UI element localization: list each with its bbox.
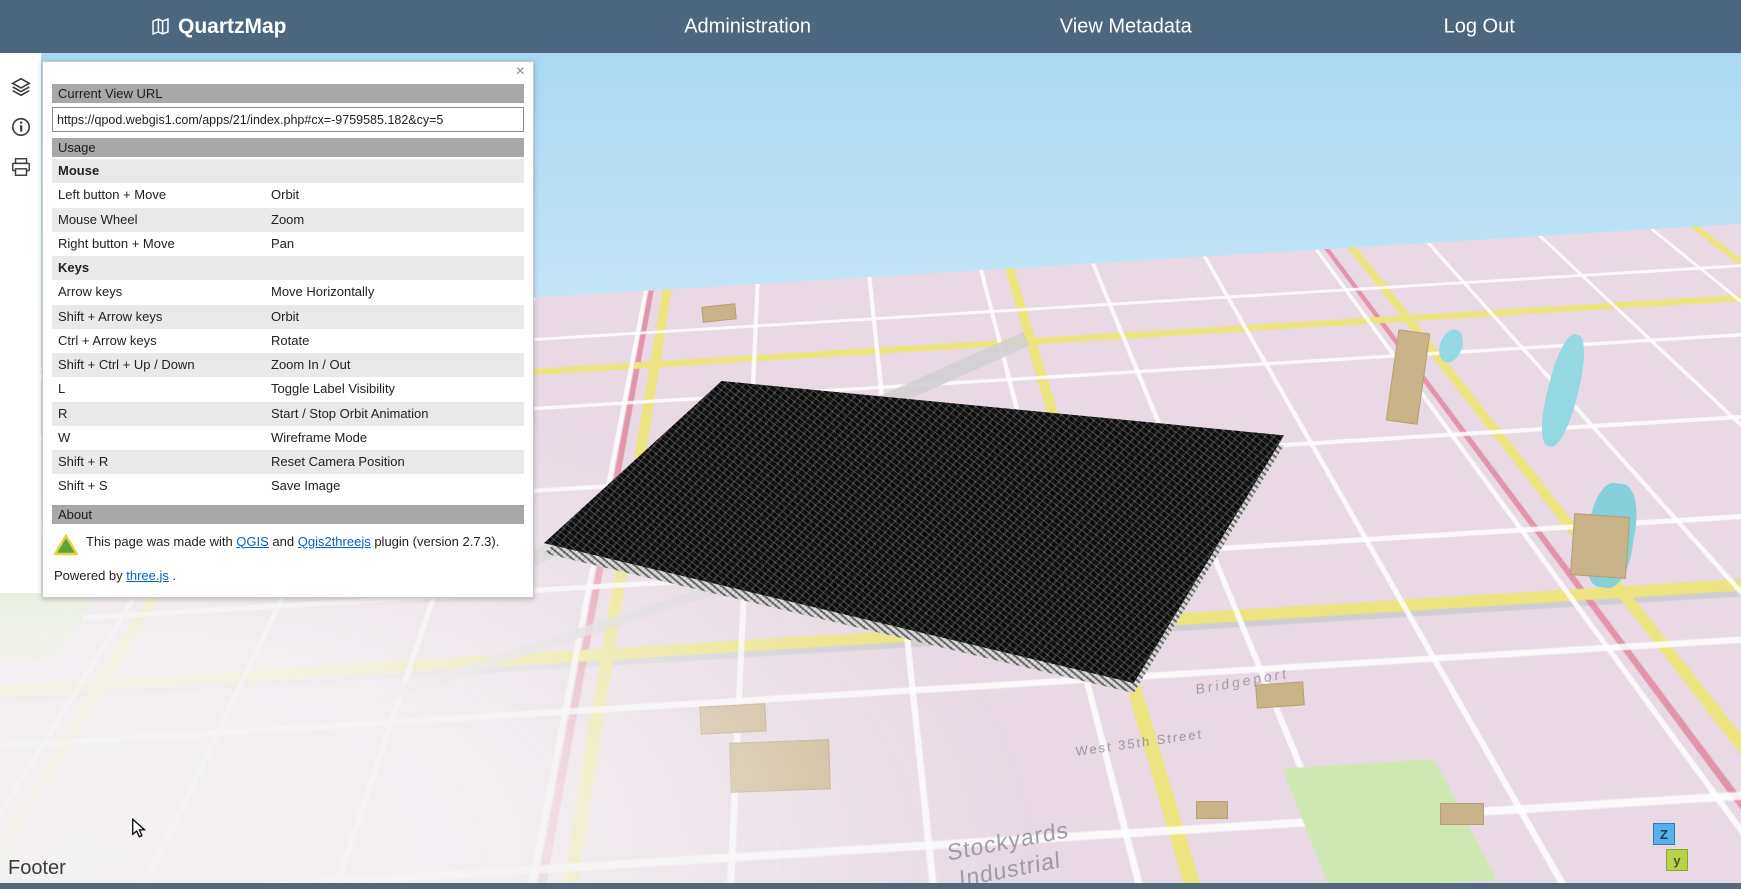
bottom-bar <box>0 883 1741 889</box>
top-navbar: QuartzMap Administration View Metadata L… <box>0 0 1741 53</box>
usage-action: Shift + Ctrl + Up / Down <box>58 357 271 373</box>
print-icon[interactable] <box>0 147 41 187</box>
building-footprint <box>1196 801 1228 819</box>
usage-row: RStart / Stop Orbit Animation <box>52 402 524 426</box>
building-footprint <box>1570 513 1630 579</box>
footer-text: Footer <box>8 857 66 880</box>
nav-item-administration[interactable]: Administration <box>684 15 811 38</box>
usage-action: Shift + Arrow keys <box>58 309 271 325</box>
close-icon[interactable]: × <box>516 64 525 80</box>
threejs-link[interactable]: three.js <box>126 568 169 583</box>
viewer-help-panel: × Current View URL Usage Mouse Left butt… <box>42 61 534 598</box>
usage-row: LToggle Label Visibility <box>52 377 524 401</box>
nav-item-log-out[interactable]: Log Out <box>1444 15 1515 38</box>
usage-row: Left button + MoveOrbit <box>52 183 524 207</box>
section-header-about: About <box>52 505 524 524</box>
usage-row: Mouse WheelZoom <box>52 208 524 232</box>
qgis2threejs-link[interactable]: Qgis2threejs <box>298 534 371 549</box>
usage-action: Right button + Move <box>58 236 271 252</box>
section-header-current-view-url: Current View URL <box>52 84 524 103</box>
usage-result: Wireframe Mode <box>271 430 518 446</box>
map-brand-icon <box>152 18 169 35</box>
usage-action: Mouse Wheel <box>58 212 271 228</box>
nav-item-view-metadata[interactable]: View Metadata <box>1060 15 1192 38</box>
usage-result: Zoom <box>271 212 518 228</box>
usage-action: Shift + R <box>58 454 271 470</box>
left-tool-rail <box>0 53 41 593</box>
usage-action: L <box>58 381 271 397</box>
usage-group-heading: Keys <box>52 256 524 280</box>
usage-result: Zoom In / Out <box>271 357 518 373</box>
usage-row: WWireframe Mode <box>52 426 524 450</box>
powered-suffix: . <box>169 568 176 583</box>
usage-row: Shift + RReset Camera Position <box>52 450 524 474</box>
usage-result: Reset Camera Position <box>271 454 518 470</box>
nav-menu: Administration View Metadata Log Out <box>287 0 1741 53</box>
about-section: This page was made with QGIS and Qgis2th… <box>52 532 524 559</box>
gizmo-y-axis[interactable]: y <box>1666 849 1688 871</box>
usage-action: Shift + S <box>58 478 271 494</box>
building-footprint <box>1255 681 1305 708</box>
usage-row: Shift + SSave Image <box>52 474 524 498</box>
layers-icon[interactable] <box>0 67 41 107</box>
usage-result: Move Horizontally <box>271 284 518 300</box>
about-text: This page was made with QGIS and Qgis2th… <box>86 532 499 559</box>
usage-row: Shift + Ctrl + Up / DownZoom In / Out <box>52 353 524 377</box>
usage-result: Pan <box>271 236 518 252</box>
usage-result <box>271 163 518 179</box>
usage-group-heading: Mouse <box>52 159 524 183</box>
usage-result: Orbit <box>271 309 518 325</box>
usage-row: Right button + MovePan <box>52 232 524 256</box>
usage-result: Rotate <box>271 333 518 349</box>
usage-action: Mouse <box>58 163 271 179</box>
brand-quartzmap[interactable]: QuartzMap <box>152 15 287 39</box>
about-made-prefix: This page was made with <box>86 534 236 549</box>
usage-result: Start / Stop Orbit Animation <box>271 406 518 422</box>
current-view-url-input[interactable] <box>52 107 524 132</box>
usage-row: Arrow keysMove Horizontally <box>52 280 524 304</box>
powered-prefix: Powered by <box>54 568 126 583</box>
usage-action: Arrow keys <box>58 284 271 300</box>
identify-info-icon[interactable] <box>0 107 41 147</box>
qgis-link[interactable]: QGIS <box>236 534 269 549</box>
usage-action: W <box>58 430 271 446</box>
usage-table: Mouse Left button + MoveOrbit Mouse Whee… <box>52 159 524 499</box>
usage-result: Save Image <box>271 478 518 494</box>
building-footprint <box>1440 803 1484 825</box>
about-made-suffix: plugin (version 2.7.3). <box>371 534 500 549</box>
usage-result: Toggle Label Visibility <box>271 381 518 397</box>
usage-action: R <box>58 406 271 422</box>
about-and: and <box>269 534 298 549</box>
usage-action: Left button + Move <box>58 187 271 203</box>
usage-action: Keys <box>58 260 271 276</box>
usage-row: Shift + Arrow keysOrbit <box>52 305 524 329</box>
usage-action: Ctrl + Arrow keys <box>58 333 271 349</box>
navigation-gizmo[interactable]: Z y <box>1653 823 1701 871</box>
brand-label: QuartzMap <box>178 15 287 39</box>
section-header-usage: Usage <box>52 138 524 157</box>
usage-row: Ctrl + Arrow keysRotate <box>52 329 524 353</box>
usage-result: Orbit <box>271 187 518 203</box>
gizmo-z-axis[interactable]: Z <box>1653 823 1675 845</box>
usage-result <box>271 260 518 276</box>
powered-by-line: Powered by three.js . <box>52 567 524 585</box>
qgis2threejs-logo-icon <box>54 534 78 559</box>
